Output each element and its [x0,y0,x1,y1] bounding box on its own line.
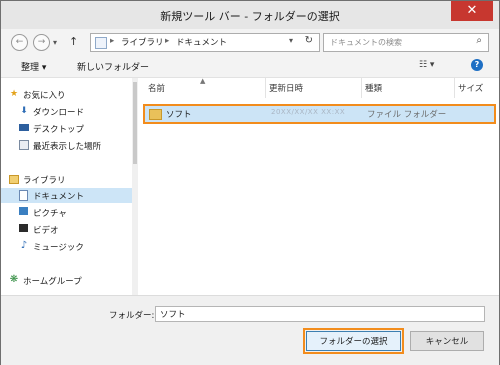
search-input[interactable]: ドキュメントの検索 ⌕ [323,33,489,52]
back-icon[interactable]: ← [11,34,28,51]
new-folder-button[interactable]: 新しいフォルダー [77,60,149,73]
navigation-bar: ← → ▾ ↑ ▸ ライブラリ ▸ ドキュメント ▾ ↻ ドキュメントの検索 ⌕ [1,29,499,55]
folder-picker-window: 新規ツール バー - フォルダーの選択 ✕ ← → ▾ ↑ ▸ ライブラリ ▸ … [0,0,500,365]
breadcrumb-separator-icon: ▸ [165,36,170,46]
pictures-icon [19,207,28,215]
cancel-button[interactable]: キャンセル [410,331,484,351]
sidebar-label: ドキュメント [33,192,85,202]
file-name: ソフト [166,110,192,120]
select-folder-button[interactable]: フォルダーの選択 [303,328,404,354]
sidebar-label: ライブラリ [23,176,66,186]
file-list: 名前 ▲ 更新日時 種類 サイズ ソフト 20XX/XX/XX XX:XX ファ… [138,77,499,295]
library-icon [95,37,107,49]
help-icon[interactable]: ? [471,59,483,71]
title-bar: 新規ツール バー - フォルダーの選択 ✕ [1,1,499,29]
libraries-icon [9,175,19,184]
search-placeholder: ドキュメントの検索 [330,38,402,47]
desktop-icon [19,124,29,131]
breadcrumb-separator-icon: ▸ [110,36,115,46]
chevron-down-icon[interactable]: ▾ [289,36,293,45]
column-divider[interactable] [361,78,362,98]
sidebar-item-desktop[interactable]: デスクトップ [1,121,132,136]
sort-ascending-icon: ▲ [200,77,206,85]
star-icon: ★ [9,89,19,99]
sidebar-item-pictures[interactable]: ピクチャ [1,205,132,220]
dialog-footer: フォルダー: ソフト フォルダーの選択 キャンセル [1,295,499,365]
navigation-pane: ★ お気に入り ⬇ ダウンロード デスクトップ 最近表示した場所 ライブラリ ド… [1,78,132,295]
forward-icon[interactable]: → [33,34,50,51]
sidebar-libraries[interactable]: ライブラリ [1,172,132,187]
sidebar-label: ミュージック [33,243,84,253]
sidebar-label: 最近表示した場所 [33,142,102,152]
sidebar-item-downloads[interactable]: ⬇ ダウンロード [1,104,132,119]
sidebar-favorites[interactable]: ★ お気に入り [1,87,132,102]
file-date: 20XX/XX/XX XX:XX [271,108,346,116]
downloads-icon: ⬇ [20,106,28,116]
column-divider[interactable] [454,78,455,98]
column-header-name[interactable]: 名前 [148,82,165,94]
sidebar-label: デスクトップ [33,125,85,135]
scrollbar-thumb[interactable] [133,82,137,164]
address-bar[interactable]: ▸ ライブラリ ▸ ドキュメント ▾ ↻ [90,33,320,52]
command-bar: 整理 ▾ 新しいフォルダー ☷ ▾ ? [1,55,499,78]
sidebar-item-videos[interactable]: ビデオ [1,222,132,237]
folder-label: フォルダー: [109,311,155,321]
sidebar-label: ビデオ [33,226,59,236]
folder-icon [149,109,162,120]
sidebar-item-documents[interactable]: ドキュメント [1,188,132,203]
organize-menu[interactable]: 整理 ▾ [21,60,46,73]
column-header-date[interactable]: 更新日時 [269,82,303,94]
documents-icon [19,190,28,201]
up-icon[interactable]: ↑ [69,35,78,48]
sidebar-label: ピクチャ [33,209,67,219]
view-options-icon[interactable]: ☷ ▾ [419,60,434,70]
close-button[interactable]: ✕ [451,1,493,21]
column-header-type[interactable]: 種類 [365,82,382,94]
sidebar-label: ホームグループ [23,277,82,287]
recent-locations-icon[interactable]: ▾ [53,38,57,47]
sidebar-homegroup[interactable]: ❋ ホームグループ [1,273,132,288]
sidebar-item-recent-places[interactable]: 最近表示した場所 [1,138,132,153]
refresh-icon[interactable]: ↻ [305,35,313,46]
sidebar-item-music[interactable]: ♪ ミュージック [1,239,132,254]
column-header-size[interactable]: サイズ [458,82,483,94]
recent-places-icon [19,140,29,150]
file-row[interactable]: ソフト 20XX/XX/XX XX:XX ファイル フォルダー [143,104,496,124]
file-type: ファイル フォルダー [367,110,447,120]
column-divider[interactable] [265,78,266,98]
videos-icon [19,224,28,232]
search-icon[interactable]: ⌕ [476,35,482,46]
breadcrumb-documents[interactable]: ドキュメント [176,36,227,48]
breadcrumb-libraries[interactable]: ライブラリ [121,36,164,48]
sidebar-label: お気に入り [23,91,66,101]
homegroup-icon: ❋ [9,274,19,285]
window-title: 新規ツール バー - フォルダーの選択 [160,10,340,23]
music-icon: ♪ [20,240,28,251]
sidebar-label: ダウンロード [33,108,85,118]
folder-name-input[interactable]: ソフト [155,306,485,322]
